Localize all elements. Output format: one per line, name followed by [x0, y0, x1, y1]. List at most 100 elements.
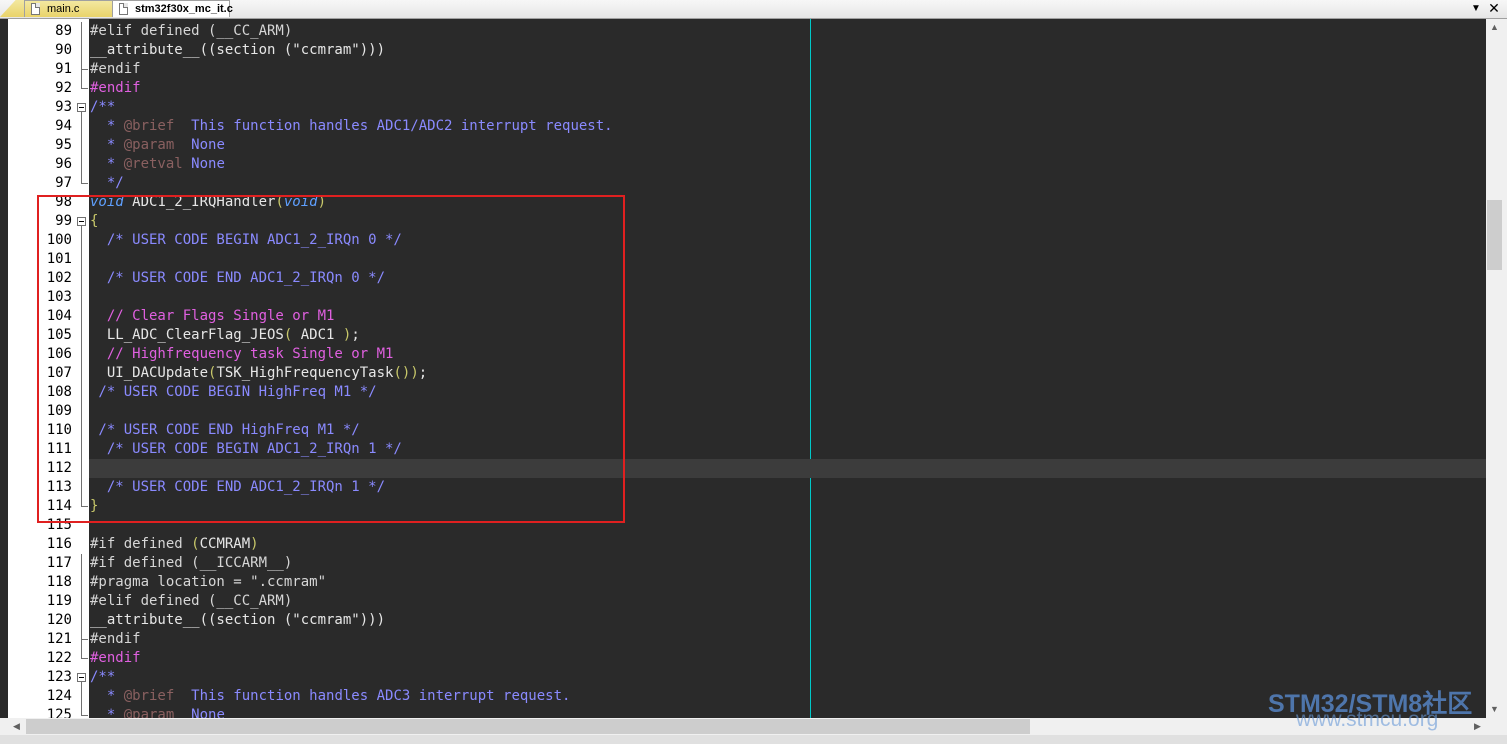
- code-line[interactable]: */: [90, 174, 124, 193]
- line-number: 118: [46, 574, 72, 590]
- line-number: 121: [46, 631, 72, 647]
- code-line[interactable]: #endif: [90, 649, 141, 668]
- scroll-right-arrow-icon[interactable]: ▶: [1469, 718, 1486, 735]
- code-token: *: [90, 118, 124, 134]
- code-token: #endif: [90, 631, 141, 647]
- fold-end-tick: [81, 183, 88, 184]
- code-token: /**: [90, 99, 116, 115]
- line-number: 117: [46, 555, 72, 571]
- fold-guide-line: [81, 22, 82, 88]
- code-line[interactable]: * @brief This function handles ADC3 inte…: [90, 687, 571, 706]
- code-token: *: [90, 156, 124, 172]
- tab-stm32f30x-mc-it-c[interactable]: stm32f30x_mc_it.c: [112, 0, 233, 17]
- code-line[interactable]: * @brief This function handles ADC1/ADC2…: [90, 117, 613, 136]
- code-token: *: [90, 688, 124, 704]
- fold-guide-line: [81, 682, 82, 715]
- code-token: *: [90, 707, 124, 718]
- scroll-up-arrow-icon[interactable]: ▲: [1486, 19, 1503, 36]
- status-bar: [0, 735, 1507, 744]
- code-token: CCMRAM: [199, 536, 251, 552]
- code-line[interactable]: __attribute__((section ("ccmram"))): [90, 41, 385, 60]
- code-line[interactable]: * @param None: [90, 706, 225, 718]
- line-number: 95: [55, 137, 72, 153]
- code-token: None: [182, 156, 225, 172]
- code-line[interactable]: #endif: [90, 60, 141, 79]
- tab-list-dropdown-icon[interactable]: ▼: [1469, 0, 1483, 17]
- fold-end-tick: [81, 69, 88, 70]
- tab-main-c[interactable]: main.c: [24, 0, 114, 17]
- code-token: __attribute__((section ("ccmram"))): [90, 42, 386, 58]
- code-token: #endif: [90, 80, 141, 96]
- edge-column-line: [810, 19, 811, 718]
- code-token: #if defined: [90, 536, 192, 552]
- tab-label: main.c: [47, 3, 80, 15]
- code-line[interactable]: * @param None: [90, 136, 225, 155]
- line-number: 94: [55, 118, 72, 134]
- code-token: #endif: [90, 61, 141, 77]
- code-token: __attribute__((section ("ccmram"))): [90, 612, 386, 628]
- line-number: 93: [55, 99, 72, 115]
- line-number: 123: [46, 669, 72, 685]
- code-line[interactable]: /**: [90, 668, 115, 687]
- code-token: @brief: [123, 688, 175, 704]
- code-token: *: [90, 137, 124, 153]
- tab-bar-edge: [0, 0, 26, 17]
- code-line[interactable]: /**: [90, 98, 115, 117]
- file-icon: [119, 3, 128, 15]
- vertical-scrollbar[interactable]: [1486, 19, 1503, 718]
- line-number: 89: [55, 23, 72, 39]
- code-line[interactable]: #endif: [90, 79, 141, 98]
- vertical-scroll-thumb[interactable]: [1487, 200, 1502, 270]
- code-line[interactable]: #endif: [90, 630, 141, 649]
- code-token: (: [191, 536, 200, 552]
- fold-end-tick: [81, 639, 88, 640]
- line-number: 119: [46, 593, 72, 609]
- code-line[interactable]: * @retval None: [90, 155, 225, 174]
- fold-guide-line: [81, 554, 82, 658]
- line-number: 120: [46, 612, 72, 628]
- fold-toggle-icon[interactable]: [77, 673, 86, 682]
- tab-label: stm32f30x_mc_it.c: [135, 3, 233, 15]
- code-token: #endif: [90, 650, 141, 666]
- code-token: This function handles ADC3 interrupt req…: [174, 688, 571, 704]
- fold-guide-line: [81, 112, 82, 183]
- scroll-left-arrow-icon[interactable]: ◀: [8, 718, 25, 735]
- code-token: ): [250, 536, 259, 552]
- code-token: #if defined (__ICCARM__): [90, 555, 293, 571]
- code-token: #elif defined (__CC_ARM): [90, 23, 293, 39]
- code-line[interactable]: #if defined (__ICCARM__): [90, 554, 292, 573]
- code-line[interactable]: #elif defined (__CC_ARM): [90, 592, 292, 611]
- code-line[interactable]: #pragma location = ".ccmram": [90, 573, 326, 592]
- horizontal-scroll-thumb[interactable]: [26, 719, 1030, 734]
- code-token: #elif defined (__CC_ARM): [90, 593, 293, 609]
- line-number: 116: [46, 536, 72, 552]
- close-tab-icon[interactable]: ✕: [1487, 0, 1501, 17]
- code-token: @param: [123, 137, 175, 153]
- file-icon: [31, 3, 40, 15]
- line-number: 124: [46, 688, 72, 704]
- fold-end-tick: [81, 88, 88, 89]
- highlight-box-annotation: [37, 195, 625, 523]
- line-number: 96: [55, 156, 72, 172]
- line-number: 91: [55, 61, 72, 77]
- code-token: @brief: [123, 118, 175, 134]
- line-number: 125: [46, 707, 72, 718]
- code-token: None: [174, 137, 225, 153]
- code-token: @param: [123, 707, 175, 718]
- line-number: 122: [46, 650, 72, 666]
- code-line[interactable]: #if defined (CCMRAM): [90, 535, 259, 554]
- code-line[interactable]: __attribute__((section ("ccmram"))): [90, 611, 385, 630]
- fold-end-tick: [81, 715, 88, 716]
- tab-bar: main.c stm32f30x_mc_it.c ▼ ✕: [0, 0, 1507, 19]
- code-token: @retval: [123, 156, 183, 172]
- line-number: 97: [55, 175, 72, 191]
- line-number: 92: [55, 80, 72, 96]
- code-token: /**: [90, 669, 116, 685]
- code-token: None: [174, 707, 225, 718]
- scroll-down-arrow-icon[interactable]: ▼: [1486, 701, 1503, 718]
- code-token: This function handles ADC1/ADC2 interrup…: [174, 118, 613, 134]
- code-line[interactable]: #elif defined (__CC_ARM): [90, 22, 292, 41]
- line-number: 90: [55, 42, 72, 58]
- fold-toggle-icon[interactable]: [77, 103, 86, 112]
- code-token: #pragma location = ".ccmram": [90, 574, 327, 590]
